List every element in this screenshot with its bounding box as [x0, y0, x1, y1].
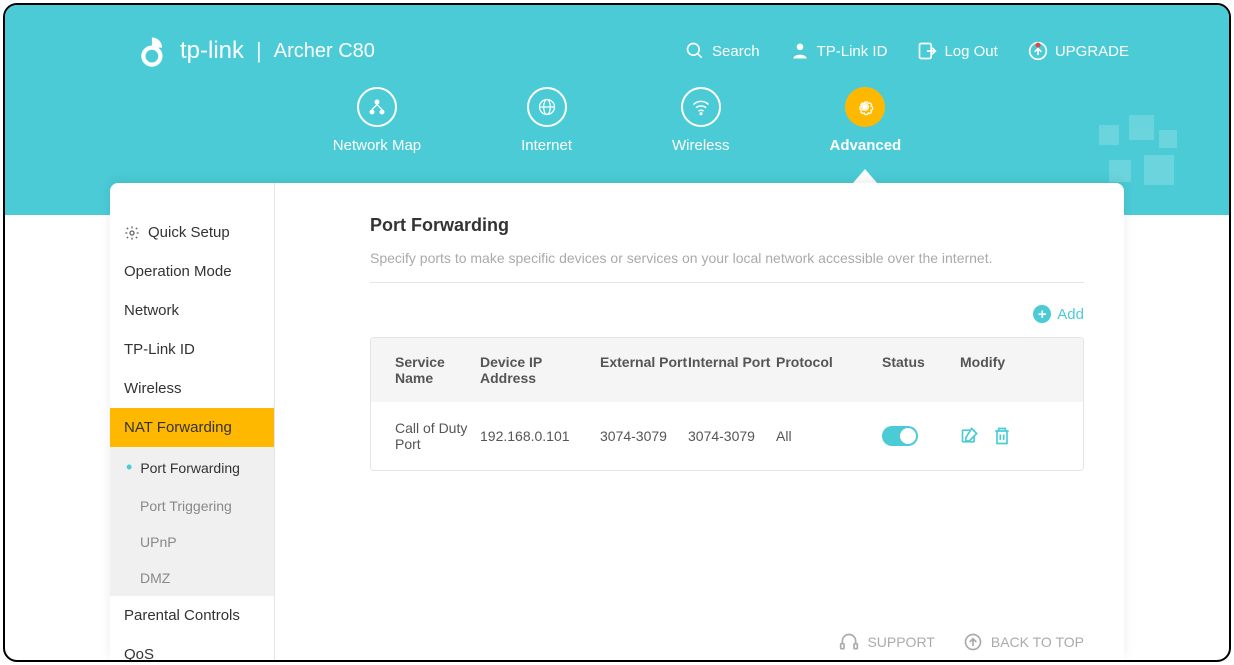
sidebar-item-qos[interactable]: QoS: [110, 635, 274, 662]
th-service-name: Service Name: [395, 354, 480, 386]
brand-divider: |: [256, 38, 262, 64]
sidebar-nat-forwarding-label: NAT Forwarding: [124, 419, 232, 436]
logout-button[interactable]: Log Out: [917, 41, 997, 61]
tplink-id-label: TP-Link ID: [817, 43, 888, 60]
status-toggle[interactable]: [882, 426, 918, 446]
gear-small-icon: [124, 225, 140, 241]
plus-icon: +: [1033, 305, 1051, 323]
gear-icon: [855, 97, 875, 117]
nav-network-map[interactable]: Network Map: [333, 87, 421, 154]
headset-icon: [839, 632, 859, 652]
sidebar-item-quick-setup[interactable]: Quick Setup: [110, 213, 274, 252]
tp-link-logo-icon: [140, 34, 174, 68]
th-device-ip: Device IP Address: [480, 354, 600, 386]
th-protocol: Protocol: [776, 354, 882, 386]
globe-icon: [537, 97, 557, 117]
sidebar-item-parental-controls[interactable]: Parental Controls: [110, 596, 274, 635]
sidebar-sub-dmz[interactable]: DMZ: [110, 560, 274, 596]
cell-external-port: 3074-3079: [600, 428, 688, 444]
person-icon: [790, 41, 810, 61]
search-icon: [685, 41, 705, 61]
sidebar-item-network[interactable]: Network: [110, 291, 274, 330]
arrow-up-circle-icon: [963, 632, 983, 652]
delete-icon[interactable]: [992, 426, 1012, 446]
upgrade-label: UPGRADE: [1055, 43, 1129, 60]
th-external-port: External Port: [600, 354, 688, 386]
edit-icon[interactable]: [960, 426, 980, 446]
add-button[interactable]: + Add: [1033, 305, 1084, 323]
sidebar-parental-controls-label: Parental Controls: [124, 607, 240, 624]
sidebar-tplink-id-label: TP-Link ID: [124, 341, 195, 358]
nav-advanced-label: Advanced: [830, 137, 902, 154]
page-description: Specify ports to make specific devices o…: [370, 250, 1084, 283]
back-to-top-button[interactable]: BACK TO TOP: [963, 632, 1084, 652]
sidebar-port-forwarding-label: Port Forwarding: [140, 460, 240, 476]
search-label: Search: [712, 43, 760, 60]
cell-internal-port: 3074-3079: [688, 428, 776, 444]
nav-advanced[interactable]: Advanced: [830, 87, 902, 154]
nav-wireless-label: Wireless: [672, 137, 730, 154]
sidebar-sub-upnp[interactable]: UPnP: [110, 524, 274, 560]
brand-model: Archer C80: [274, 40, 375, 63]
sidebar-operation-mode-label: Operation Mode: [124, 263, 232, 280]
support-button[interactable]: SUPPORT: [839, 632, 934, 652]
sidebar-item-operation-mode[interactable]: Operation Mode: [110, 252, 274, 291]
nav-network-map-label: Network Map: [333, 137, 421, 154]
add-label: Add: [1057, 306, 1084, 323]
sidebar-port-triggering-label: Port Triggering: [140, 498, 232, 514]
sidebar-item-nat-forwarding[interactable]: NAT Forwarding: [110, 408, 274, 447]
page-title: Port Forwarding: [370, 215, 1084, 236]
table-row: Call of Duty Port 192.168.0.101 3074-307…: [371, 402, 1083, 470]
cell-service-name: Call of Duty Port: [395, 420, 480, 452]
sidebar-sub-port-triggering[interactable]: Port Triggering: [110, 488, 274, 524]
back-to-top-label: BACK TO TOP: [991, 634, 1084, 650]
wifi-icon: [691, 97, 711, 117]
cell-device-ip: 192.168.0.101: [480, 428, 600, 444]
sidebar-sub-port-forwarding[interactable]: Port Forwarding: [110, 447, 274, 488]
sidebar: Quick Setup Operation Mode Network TP-Li…: [110, 183, 275, 660]
logout-icon: [917, 41, 937, 61]
th-modify: Modify: [960, 354, 1020, 386]
port-forwarding-table: Service Name Device IP Address External …: [370, 337, 1084, 471]
sidebar-qos-label: QoS: [124, 646, 154, 662]
th-internal-port: Internal Port: [688, 354, 776, 386]
nav-internet-label: Internet: [521, 137, 572, 154]
nav-internet[interactable]: Internet: [521, 87, 572, 154]
th-status: Status: [882, 354, 960, 386]
sidebar-wireless-label: Wireless: [124, 380, 182, 397]
upgrade-icon: [1028, 41, 1048, 61]
tplink-id-button[interactable]: TP-Link ID: [790, 41, 888, 61]
upgrade-button[interactable]: UPGRADE: [1028, 41, 1129, 61]
sidebar-dmz-label: DMZ: [140, 570, 170, 586]
sidebar-network-label: Network: [124, 302, 179, 319]
search-button[interactable]: Search: [685, 41, 760, 61]
sidebar-upnp-label: UPnP: [140, 534, 177, 550]
logout-label: Log Out: [944, 43, 997, 60]
sidebar-item-wireless[interactable]: Wireless: [110, 369, 274, 408]
cell-protocol: All: [776, 428, 882, 444]
brand-name: tp-link: [180, 37, 244, 65]
network-map-icon: [367, 97, 387, 117]
sidebar-item-tplink-id[interactable]: TP-Link ID: [110, 330, 274, 369]
nav-wireless[interactable]: Wireless: [672, 87, 730, 154]
support-label: SUPPORT: [867, 634, 934, 650]
brand-logo[interactable]: tp-link | Archer C80: [140, 34, 375, 68]
sidebar-quick-setup-label: Quick Setup: [148, 224, 230, 241]
